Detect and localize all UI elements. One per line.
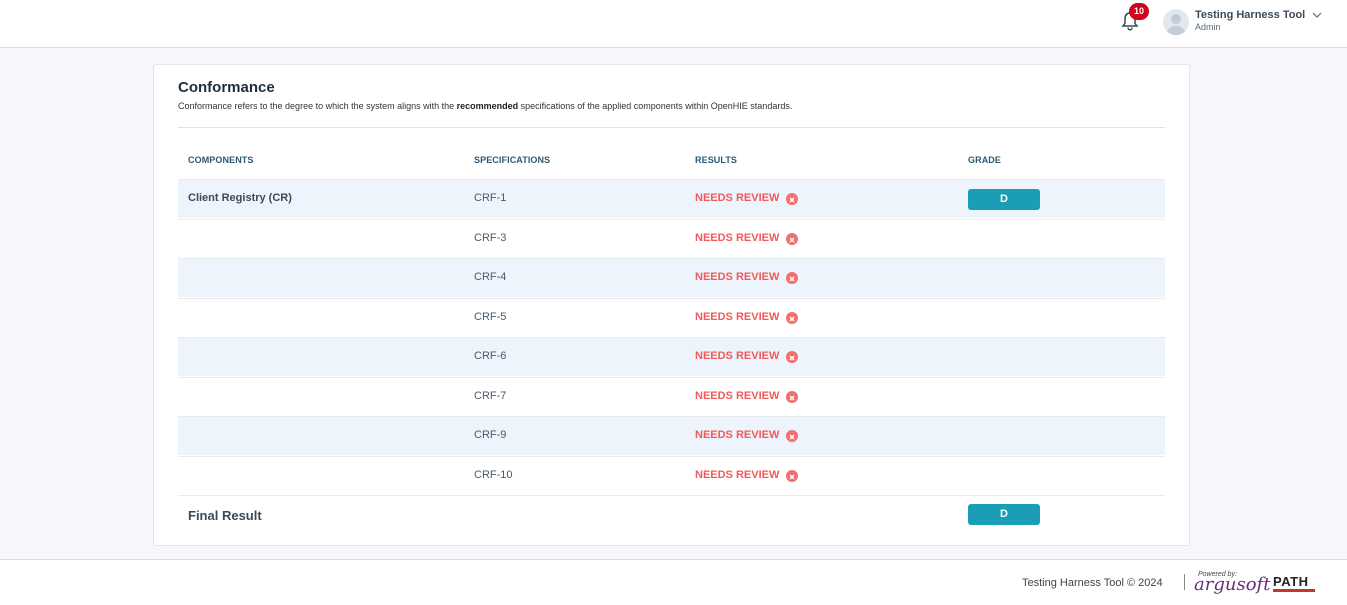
final-grade-badge: D xyxy=(968,504,1040,525)
column-header-results: RESULTS xyxy=(695,155,738,165)
table-row: CRF-4 NEEDS REVIEW xyxy=(178,258,1165,297)
grade-badge: D xyxy=(968,189,1040,210)
page-title: Conformance xyxy=(178,79,275,96)
description-text-end: specifications of the applied components… xyxy=(518,101,793,111)
specification-id: CRF-10 xyxy=(474,468,513,481)
chevron-down-icon[interactable] xyxy=(1311,10,1323,20)
result-status: NEEDS REVIEW xyxy=(695,231,780,244)
column-header-grade: GRADE xyxy=(968,155,1002,165)
close-circle-icon xyxy=(786,430,798,442)
description-text: Conformance refers to the degree to whic… xyxy=(178,101,457,111)
specification-id: CRF-1 xyxy=(474,192,507,204)
specification-id: CRF-4 xyxy=(474,271,507,283)
notification-badge: 10 xyxy=(1129,3,1149,20)
close-circle-icon xyxy=(786,272,798,284)
table-row: CRF-6 NEEDS REVIEW xyxy=(178,337,1165,376)
close-circle-icon xyxy=(786,232,798,245)
result-status: NEEDS REVIEW xyxy=(695,389,780,402)
table-row: CRF-7 NEEDS REVIEW xyxy=(178,376,1165,416)
avatar-icon xyxy=(1167,14,1185,35)
specification-id: CRF-9 xyxy=(474,429,507,441)
result-status: NEEDS REVIEW xyxy=(695,468,780,481)
specification-id: CRF-6 xyxy=(474,350,507,362)
avatar[interactable] xyxy=(1163,9,1189,35)
divider xyxy=(178,127,1165,128)
description-emphasis: recommended xyxy=(456,101,519,111)
path-logo-underline xyxy=(1273,589,1315,592)
card-description: Conformance refers to the degree to whic… xyxy=(178,101,792,111)
table-row: Client Registry (CR) D CRF-1 NEEDS REVIEW xyxy=(178,179,1165,218)
table-row: CRF-9 NEEDS REVIEW xyxy=(178,416,1165,455)
result-status: NEEDS REVIEW xyxy=(695,310,780,323)
table-row: CRF-5 NEEDS REVIEW xyxy=(178,297,1165,337)
close-circle-icon xyxy=(786,390,798,403)
close-circle-icon xyxy=(786,193,798,205)
table-row: CRF-3 NEEDS REVIEW xyxy=(178,218,1165,258)
component-name: Client Registry (CR) xyxy=(188,192,292,204)
top-bar: 10 Testing Harness Tool Admin xyxy=(0,0,1347,48)
close-circle-icon xyxy=(786,351,798,363)
column-header-components: COMPONENTS xyxy=(188,155,254,165)
close-circle-icon xyxy=(786,311,798,324)
argusoft-logo[interactable]: argusoft xyxy=(1194,574,1270,595)
result-status: NEEDS REVIEW xyxy=(695,271,780,283)
specification-id: CRF-7 xyxy=(474,389,507,402)
user-name[interactable]: Testing Harness Tool xyxy=(1195,9,1305,21)
final-result-row: Final Result D xyxy=(178,495,1165,534)
path-logo[interactable]: PATH xyxy=(1273,574,1308,589)
result-status: NEEDS REVIEW xyxy=(695,192,780,204)
specification-id: CRF-3 xyxy=(474,231,507,244)
result-status: NEEDS REVIEW xyxy=(695,350,780,362)
column-header-specifications: SPECIFICATIONS xyxy=(474,155,551,165)
copyright-text: Testing Harness Tool © 2024 xyxy=(1022,577,1163,589)
footer-divider xyxy=(1184,574,1185,590)
user-role: Admin xyxy=(1195,22,1221,32)
close-circle-icon xyxy=(786,469,798,482)
table-row: CRF-10 NEEDS REVIEW xyxy=(178,455,1165,495)
result-status: NEEDS REVIEW xyxy=(695,429,780,441)
footer: Testing Harness Tool © 2024 Powered by: … xyxy=(0,559,1347,605)
final-result-label: Final Result xyxy=(188,508,262,523)
conformance-card: Conformance Conformance refers to the de… xyxy=(153,64,1190,546)
specification-id: CRF-5 xyxy=(474,310,507,323)
